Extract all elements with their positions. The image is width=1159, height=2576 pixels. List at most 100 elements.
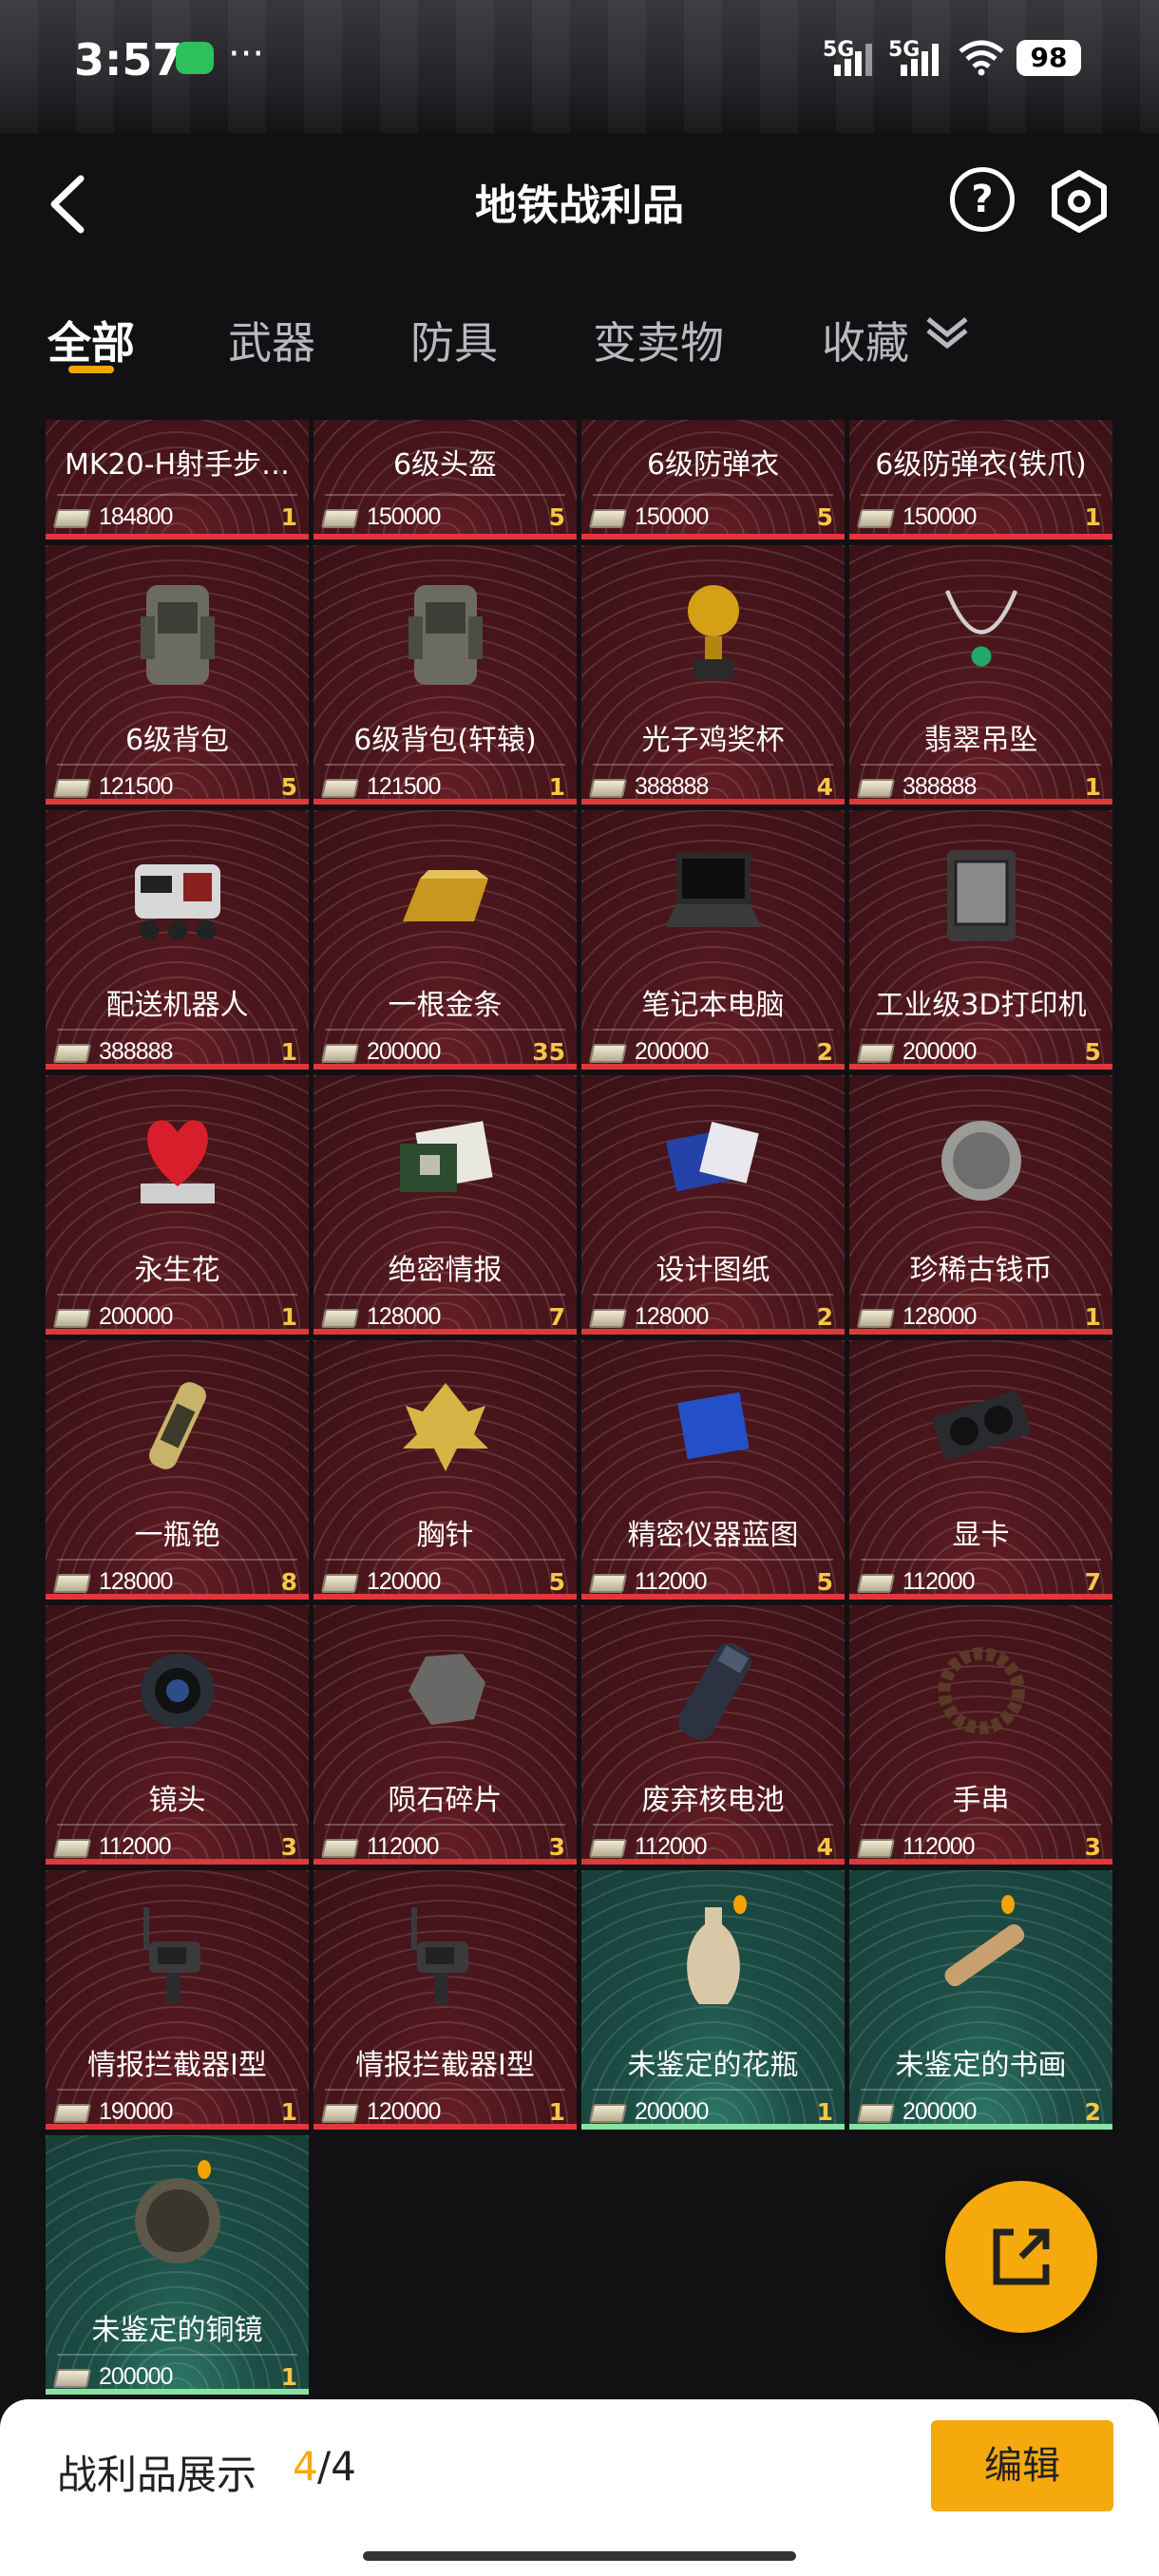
cash-icon: [320, 1309, 360, 1328]
home-indicator[interactable]: [363, 2551, 796, 2561]
loot-item-card[interactable]: 6级背包(轩辕) 121500 1: [314, 545, 577, 805]
battery-indicator: 98: [1016, 40, 1081, 76]
item-count: 3: [548, 1833, 565, 1861]
loot-item-card[interactable]: 6级背包 121500 5: [46, 545, 309, 805]
item-price: 200000: [99, 1303, 173, 1330]
item-name: 6级背包(轩辕): [353, 724, 537, 757]
unidentified-badge-icon: [733, 1895, 747, 1914]
item-count: 1: [1084, 773, 1101, 801]
loot-item-card[interactable]: 胸针 120000 5: [314, 1340, 577, 1600]
help-icon[interactable]: ?: [950, 167, 1015, 232]
loot-item-card[interactable]: 永生花 200000 1: [46, 1075, 309, 1335]
loot-item-card[interactable]: 镜头 112000 3: [46, 1605, 309, 1865]
blue-sheet-icon: [676, 1392, 750, 1460]
loot-item-card[interactable]: 6级头盔 150000 5: [314, 420, 577, 540]
loot-item-card[interactable]: 未鉴定的书画 200000 2: [849, 1870, 1112, 2130]
item-count: 1: [548, 2098, 565, 2126]
tab-sellables[interactable]: 变卖物: [593, 309, 724, 371]
backpack-icon: [140, 585, 215, 685]
cash-icon: [856, 1309, 896, 1328]
item-count: 1: [548, 773, 565, 801]
item-name: 珍稀古钱币: [909, 1254, 1053, 1287]
navigation-bar: 地铁战利品 ?: [0, 142, 1159, 266]
chevron-down-icon[interactable]: [923, 313, 971, 351]
loot-item-card[interactable]: 精密仪器蓝图 112000 5: [581, 1340, 845, 1600]
loot-item-card[interactable]: 陨石碎片 112000 3: [314, 1605, 577, 1865]
item-price: 200000: [99, 2363, 173, 2390]
loot-item-card[interactable]: 绝密情报 128000 7: [314, 1075, 577, 1335]
item-name: 显卡: [952, 1519, 1010, 1552]
divider: [57, 494, 297, 496]
item-price: 200000: [367, 1038, 441, 1065]
loot-item-card[interactable]: 配送机器人 388888 1: [46, 810, 309, 1070]
item-name: 精密仪器蓝图: [627, 1519, 799, 1552]
loot-item-card[interactable]: 光子鸡奖杯 388888 4: [581, 545, 845, 805]
rarity-bar: [581, 534, 845, 540]
loot-item-card[interactable]: 翡翠吊坠 388888 1: [849, 545, 1112, 805]
item-price: 120000: [367, 2098, 441, 2125]
rarity-bar: [581, 1064, 845, 1070]
edit-button[interactable]: 编辑: [931, 2420, 1113, 2511]
item-price: 128000: [635, 1303, 709, 1330]
lens-icon: [140, 1654, 215, 1728]
loot-item-card[interactable]: 未鉴定的铜镜 200000 1: [46, 2135, 309, 2395]
item-price: 200000: [635, 2098, 709, 2125]
scroll-icon: [944, 1923, 1024, 1987]
item-count: 4: [816, 773, 833, 801]
loot-item-card[interactable]: 珍稀古钱币 128000 1: [849, 1075, 1112, 1335]
loot-item-card[interactable]: 情报拦截器I型 190000 1: [46, 1870, 309, 2130]
cash-icon: [588, 2104, 628, 2123]
loot-item-card[interactable]: 一瓶铯 128000 8: [46, 1340, 309, 1600]
divider: [593, 1294, 833, 1296]
tab-armor[interactable]: 防具: [410, 309, 498, 371]
item-price: 121500: [99, 773, 173, 800]
cash-icon: [52, 2104, 92, 2123]
cash-icon: [856, 1839, 896, 1858]
loot-item-card[interactable]: 6级防弹衣 150000 5: [581, 420, 845, 540]
item-name: 情报拦截器I型: [87, 2049, 267, 2082]
loot-item-card[interactable]: 一根金条 200000 35: [314, 810, 577, 1070]
tab-weapons[interactable]: 武器: [228, 309, 315, 371]
item-price: 128000: [367, 1303, 441, 1330]
divider: [57, 2354, 297, 2356]
rarity-bar: [581, 799, 845, 805]
item-count: 1: [280, 503, 297, 531]
documents-icon: [399, 1121, 493, 1192]
loot-item-card[interactable]: MK20-H射手步… 184800 1: [46, 420, 309, 540]
interceptor-icon: [410, 1907, 468, 2004]
cash-icon: [856, 1044, 896, 1063]
loot-item-card[interactable]: 工业级3D打印机 200000 5: [849, 810, 1112, 1070]
loot-item-card[interactable]: 6级防弹衣(铁爪) 150000 1: [849, 420, 1112, 540]
item-price: 388888: [635, 773, 709, 800]
loot-item-card[interactable]: 情报拦截器I型 120000 1: [314, 1870, 577, 2130]
settings-icon[interactable]: [1045, 167, 1113, 236]
loot-item-card[interactable]: 未鉴定的花瓶 200000 1: [581, 1870, 845, 2130]
loot-item-card[interactable]: 废弃核电池 112000 4: [581, 1605, 845, 1865]
item-price: 128000: [99, 1568, 173, 1595]
item-count: 3: [1084, 1833, 1101, 1861]
loot-item-card[interactable]: 手串 112000 3: [849, 1605, 1112, 1865]
printer-icon: [946, 850, 1016, 941]
loot-item-card[interactable]: 显卡 112000 7: [849, 1340, 1112, 1600]
cash-icon: [52, 1309, 92, 1328]
divider: [57, 1294, 297, 1296]
loot-item-card[interactable]: 笔记本电脑 200000 2: [581, 810, 845, 1070]
item-name: 一瓶铯: [134, 1519, 220, 1552]
tab-collection[interactable]: 收藏: [822, 309, 909, 371]
item-count: 5: [816, 1568, 833, 1596]
tab-all[interactable]: 全部: [48, 309, 135, 371]
divider: [593, 1029, 833, 1031]
share-button[interactable]: [945, 2181, 1097, 2333]
rarity-bar: [581, 1594, 845, 1600]
loot-item-card[interactable]: 设计图纸 128000 2: [581, 1075, 845, 1335]
necklace-icon: [944, 590, 1017, 667]
item-price: 190000: [99, 2098, 173, 2125]
divider: [861, 1294, 1101, 1296]
rarity-bar: [314, 1859, 577, 1865]
item-count: 2: [816, 1303, 833, 1331]
item-name: 6级背包: [124, 724, 230, 757]
divider: [593, 1559, 833, 1561]
cash-icon: [52, 1044, 92, 1063]
rarity-bar: [314, 1594, 577, 1600]
rarity-bar: [314, 534, 577, 540]
